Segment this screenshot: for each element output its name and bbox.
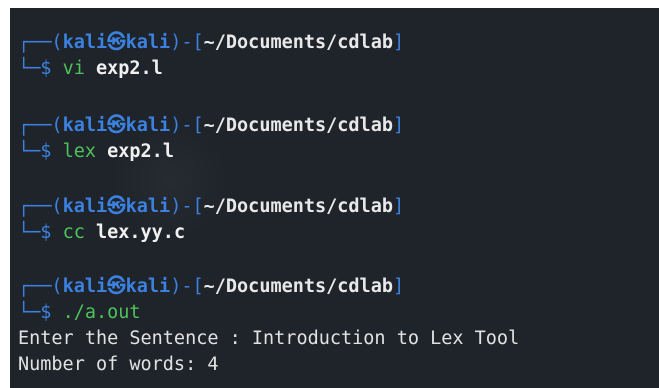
command-block-1: ┌──(kali㉿kali)-[~/Documents/cdlab] └─$ v… [18, 30, 658, 82]
prompt-corner-top: ┌── [18, 32, 52, 53]
command-name: ./a.out [62, 302, 141, 323]
prompt-line: ┌──(kali㉿kali)-[~/Documents/cdlab] [18, 276, 405, 297]
prompt-symbol: $ [40, 58, 52, 79]
prompt-path: ~/Documents/cdlab [203, 32, 393, 53]
command-argument: exp2.l [95, 58, 163, 79]
prompt-corner-top: ┌── [18, 276, 52, 297]
kali-skull-icon: ㉿ [107, 276, 126, 297]
prompt-symbol: $ [40, 302, 52, 323]
prompt-path: ~/Documents/cdlab [203, 196, 393, 217]
prompt-symbol: $ [40, 222, 52, 243]
prompt-host: kali [125, 32, 171, 53]
prompt-line: ┌──(kali㉿kali)-[~/Documents/cdlab] [18, 115, 405, 136]
prompt-user: kali [62, 276, 108, 297]
prompt-host: kali [125, 196, 171, 217]
prompt-user: kali [62, 115, 108, 136]
prompt-symbol: $ [40, 141, 52, 162]
kali-skull-icon: ㉿ [107, 32, 126, 53]
command-name: cc [62, 222, 85, 243]
command-block-2: ┌──(kali㉿kali)-[~/Documents/cdlab] └─$ l… [18, 113, 658, 165]
command-block-4: ┌──(kali㉿kali)-[~/Documents/cdlab] └─$ .… [18, 274, 658, 326]
prompt-line: ┌──(kali㉿kali)-[~/Documents/cdlab] [18, 196, 405, 217]
command-argument: exp2.l [107, 141, 174, 162]
kali-skull-icon: ㉿ [107, 115, 126, 136]
prompt-corner-bottom: └─ [18, 302, 41, 323]
command-line: └─$ cc lex.yy.c [18, 220, 658, 246]
prompt-host: kali [125, 276, 171, 297]
command-argument: lex.yy.c [95, 222, 186, 243]
prompt-user: kali [62, 196, 108, 217]
program-output-prompt: Enter the Sentence : Introduction to Lex… [18, 328, 520, 349]
command-line: └─$ ./a.out [18, 300, 658, 326]
kali-skull-icon: ㉿ [107, 196, 126, 217]
prompt-corner-bottom: └─ [18, 141, 41, 162]
prompt-line: ┌──(kali㉿kali)-[~/Documents/cdlab] [18, 32, 405, 53]
command-line: └─$ vi exp2.l [18, 56, 658, 82]
program-output-result: Number of words: 4 [18, 354, 219, 375]
command-name: lex [62, 141, 96, 162]
prompt-corner-bottom: └─ [18, 222, 41, 243]
prompt-corner-top: ┌── [18, 196, 52, 217]
prompt-path: ~/Documents/cdlab [203, 115, 393, 136]
command-block-3: ┌──(kali㉿kali)-[~/Documents/cdlab] └─$ c… [18, 194, 658, 246]
command-line: └─$ lex exp2.l [18, 139, 658, 165]
prompt-host: kali [125, 115, 171, 136]
prompt-path: ~/Documents/cdlab [203, 276, 393, 297]
prompt-corner-top: ┌── [18, 115, 52, 136]
terminal-window[interactable]: ┌──(kali㉿kali)-[~/Documents/cdlab] └─$ v… [10, 8, 659, 388]
prompt-user: kali [62, 32, 108, 53]
command-name: vi [62, 58, 85, 79]
prompt-corner-bottom: └─ [18, 58, 41, 79]
